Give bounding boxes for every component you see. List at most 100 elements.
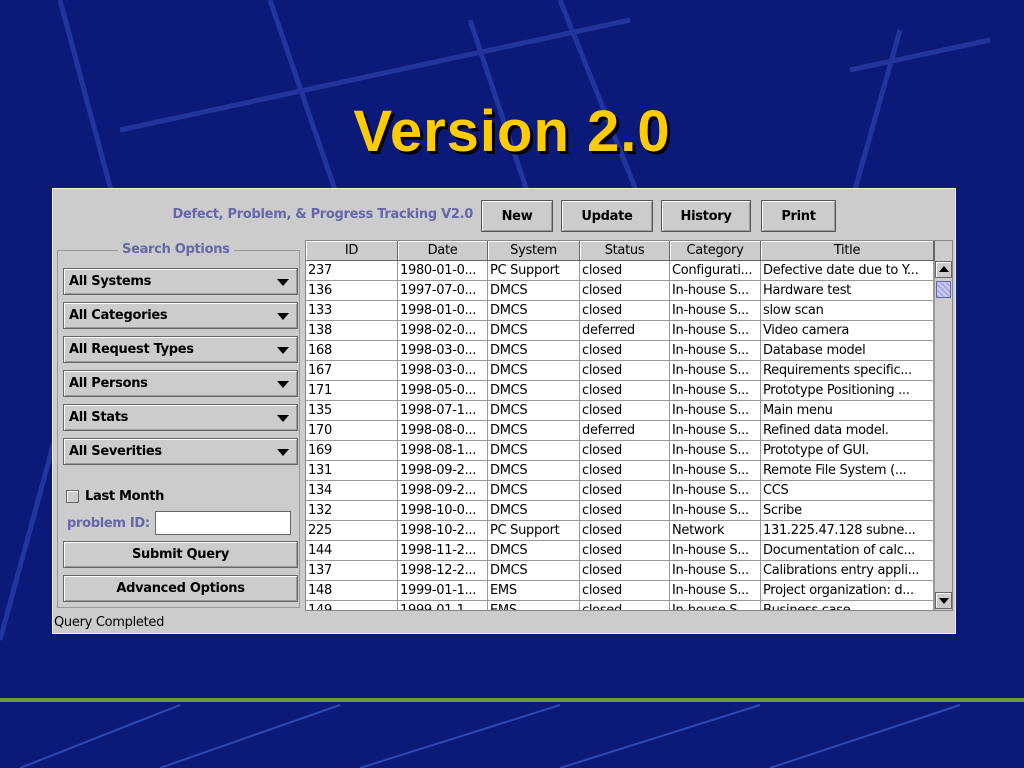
table-row[interactable]: 144 1998-11-2... DMCS closed In-house S... Do…	[306, 541, 934, 561]
table-cell: DMCS	[488, 501, 580, 521]
table-cell: closed	[580, 261, 670, 281]
table-row[interactable]: 135 1998-07-1... DMCS closed In-house S... Ma…	[306, 401, 934, 421]
persons-dropdown[interactable]: All Persons	[63, 370, 298, 397]
print-button[interactable]: Print	[761, 200, 836, 232]
categories-dropdown[interactable]: All Categories	[63, 302, 298, 329]
table-row[interactable]: 133 1998-01-0... DMCS closed In-house S... sl…	[306, 301, 934, 321]
table-cell: DMCS	[488, 481, 580, 501]
problem-id-input[interactable]	[155, 511, 291, 535]
table-row[interactable]: 131 1998-09-2... DMCS closed In-house S... Re…	[306, 461, 934, 481]
table-cell: 1998-09-2...	[398, 461, 488, 481]
table-row[interactable]: 237 1980-01-0... PC Support closed Configura…	[306, 261, 934, 281]
table-cell: In-house S...	[670, 581, 761, 601]
table-cell: In-house S...	[670, 481, 761, 501]
column-header[interactable]: ID	[306, 241, 398, 261]
table-row[interactable]: 168 1998-03-0... DMCS closed In-house S... Da…	[306, 341, 934, 361]
table-cell: Hardware test	[761, 281, 934, 301]
table-cell: 148	[306, 581, 398, 601]
table-cell: closed	[580, 401, 670, 421]
history-button[interactable]: History	[661, 200, 751, 232]
scroll-up-button[interactable]	[935, 261, 952, 278]
table-row[interactable]: 169 1998-08-1... DMCS closed In-house S... Pr…	[306, 441, 934, 461]
table-cell: Calibrations entry appli...	[761, 561, 934, 581]
update-button[interactable]: Update	[561, 200, 653, 232]
table-row[interactable]: 170 1998-08-0... DMCS deferred In-house S...…	[306, 421, 934, 441]
table-cell: closed	[580, 361, 670, 381]
table-cell: PC Support	[488, 521, 580, 541]
request-types-dropdown-value: All Request Types	[69, 342, 194, 357]
severities-dropdown[interactable]: All Severities	[63, 438, 298, 465]
table-cell: Defective date due to Y...	[761, 261, 934, 281]
table-cell: deferred	[580, 321, 670, 341]
table-cell: Business case	[761, 601, 934, 610]
table-cell: closed	[580, 601, 670, 610]
systems-dropdown[interactable]: All Systems	[63, 268, 298, 295]
table-cell: In-house S...	[670, 461, 761, 481]
table-cell: In-house S...	[670, 561, 761, 581]
table-cell: 149	[306, 601, 398, 610]
table-cell: closed	[580, 581, 670, 601]
results-table: ID Date System Status Category Title 237 1980-…	[305, 240, 953, 611]
table-cell: Remote File System (...	[761, 461, 934, 481]
table-row[interactable]: 134 1998-09-2... DMCS closed In-house S... CC…	[306, 481, 934, 501]
table-row[interactable]: 225 1998-10-2... PC Support closed Network 13…	[306, 521, 934, 541]
column-header[interactable]: Status	[580, 241, 670, 261]
table-cell: 1998-05-0...	[398, 381, 488, 401]
table-cell: Configurati...	[670, 261, 761, 281]
table-row[interactable]: 137 1998-12-2... DMCS closed In-house S... Ca…	[306, 561, 934, 581]
table-row[interactable]: 148 1999-01-1... EMS closed In-house S... Pro…	[306, 581, 934, 601]
table-cell: In-house S...	[670, 301, 761, 321]
table-cell: closed	[580, 441, 670, 461]
table-cell: DMCS	[488, 301, 580, 321]
new-button[interactable]: New	[481, 200, 553, 232]
table-row[interactable]: 167 1998-03-0... DMCS closed In-house S... Re…	[306, 361, 934, 381]
table-row[interactable]: 138 1998-02-0... DMCS deferred In-house S...…	[306, 321, 934, 341]
table-body: 237 1980-01-0... PC Support closed Configura…	[306, 261, 934, 610]
table-cell: closed	[580, 501, 670, 521]
arrow-up-icon	[939, 266, 949, 272]
table-header: ID Date System Status Category Title	[306, 241, 934, 261]
table-cell: closed	[580, 341, 670, 361]
column-header[interactable]: Title	[761, 241, 934, 261]
last-month-checkbox[interactable]	[66, 489, 79, 503]
request-types-dropdown[interactable]: All Request Types	[63, 336, 298, 363]
table-cell: DMCS	[488, 341, 580, 361]
table-cell: 133	[306, 301, 398, 321]
table-cell: 1998-01-0...	[398, 301, 488, 321]
table-cell: 1999-01-1...	[398, 581, 488, 601]
table-cell: Refined data model.	[761, 421, 934, 441]
table-cell: In-house S...	[670, 421, 761, 441]
advanced-options-button[interactable]: Advanced Options	[63, 575, 298, 602]
table-cell: closed	[580, 301, 670, 321]
table-cell: 1998-08-1...	[398, 441, 488, 461]
severities-dropdown-value: All Severities	[69, 444, 162, 459]
chevron-down-icon	[277, 347, 289, 354]
table-row[interactable]: 136 1997-07-0... DMCS closed In-house S... Ha…	[306, 281, 934, 301]
column-header[interactable]: Date	[398, 241, 488, 261]
table-cell: 136	[306, 281, 398, 301]
status-bar: Query Completed	[54, 615, 165, 630]
table-cell: In-house S...	[670, 281, 761, 301]
table-row[interactable]: 149 1999-01-1... EMS closed In-house S... Bus…	[306, 601, 934, 610]
stats-dropdown[interactable]: All Stats	[63, 404, 298, 431]
table-cell: 225	[306, 521, 398, 541]
submit-query-button[interactable]: Submit Query	[63, 541, 298, 568]
scrollbar-thumb[interactable]	[936, 281, 951, 298]
chevron-down-icon	[277, 313, 289, 320]
column-header[interactable]: System	[488, 241, 580, 261]
last-month-label: Last Month	[85, 488, 165, 504]
vertical-scrollbar[interactable]	[934, 261, 952, 610]
table-cell: 135	[306, 401, 398, 421]
table-cell: Requirements specific...	[761, 361, 934, 381]
table-cell: Video camera	[761, 321, 934, 341]
table-cell: DMCS	[488, 381, 580, 401]
table-cell: DMCS	[488, 561, 580, 581]
chevron-down-icon	[277, 279, 289, 286]
column-header[interactable]: Category	[670, 241, 761, 261]
table-row[interactable]: 132 1998-10-0... DMCS closed In-house S... Sc…	[306, 501, 934, 521]
table-cell: Documentation of calc...	[761, 541, 934, 561]
persons-dropdown-value: All Persons	[69, 376, 148, 391]
table-cell: In-house S...	[670, 361, 761, 381]
table-row[interactable]: 171 1998-05-0... DMCS closed In-house S... Pr…	[306, 381, 934, 401]
scroll-down-button[interactable]	[935, 592, 952, 609]
